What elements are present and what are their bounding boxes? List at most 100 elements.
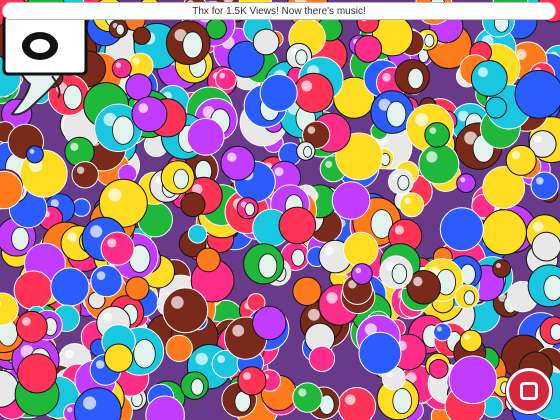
mini-ghost <box>173 168 190 190</box>
bubble-highlight <box>301 80 313 92</box>
bubble <box>13 270 54 311</box>
mini-ghost <box>133 339 156 369</box>
bubble <box>530 171 559 200</box>
mini-ghost <box>291 248 305 267</box>
bubble <box>428 359 449 379</box>
bubble-highlight <box>345 394 356 406</box>
bubble <box>125 73 153 101</box>
bubble <box>351 263 373 285</box>
bubble <box>72 198 91 217</box>
bubble-highlight <box>67 232 78 243</box>
mini-ghost <box>392 387 413 414</box>
bubble <box>104 343 134 373</box>
bubble <box>424 122 450 148</box>
bubble-highlight <box>536 177 544 185</box>
bubble-highlight <box>232 324 245 337</box>
bubble-highlight <box>132 57 140 65</box>
bubble <box>252 28 280 56</box>
bubble-highlight <box>70 142 79 151</box>
bubble <box>531 231 560 262</box>
bubble-highlight <box>274 167 284 177</box>
bubble <box>259 73 298 112</box>
bubble <box>399 192 425 218</box>
bubble <box>215 68 237 91</box>
mini-ghost <box>463 290 476 306</box>
mini-ghost <box>244 202 256 217</box>
mini-ghost <box>391 263 408 285</box>
bubble <box>71 161 99 189</box>
bubble <box>337 387 377 420</box>
bubble <box>293 72 334 114</box>
bubble <box>252 305 287 341</box>
bubble <box>481 209 527 256</box>
bubble <box>162 287 209 334</box>
bubble <box>439 207 484 252</box>
bubble-highlight <box>83 396 97 410</box>
bubble <box>448 355 498 405</box>
bubble-highlight <box>64 349 74 359</box>
bubble-highlight <box>22 317 31 326</box>
bubble-highlight <box>96 271 106 280</box>
bubble-highlight <box>404 197 411 204</box>
bubble <box>308 345 336 372</box>
bubble-highlight <box>76 166 85 174</box>
bubble-highlight <box>138 103 149 114</box>
bubble-highlight <box>382 73 391 82</box>
bubble <box>358 331 402 375</box>
mini-ghost <box>386 100 407 128</box>
bubble <box>433 322 452 342</box>
bubble <box>132 26 151 45</box>
mini-ghost <box>407 67 424 90</box>
bubble-highlight <box>326 292 338 304</box>
bubble-highlight <box>108 188 122 202</box>
mini-ghost <box>258 253 278 279</box>
bubble-highlight <box>478 67 488 78</box>
bubble <box>418 143 460 185</box>
bubble <box>459 329 483 353</box>
bubble <box>25 145 44 164</box>
bubble-highlight <box>429 127 437 134</box>
bubble <box>100 231 135 266</box>
bubble <box>278 206 317 245</box>
bubble <box>111 58 132 79</box>
bubble-highlight <box>219 72 226 79</box>
mini-ghost <box>190 378 204 396</box>
bubble-highlight <box>394 225 404 235</box>
bubble-highlight <box>436 326 442 332</box>
bubble-highlight <box>415 113 429 127</box>
bubble-highlight <box>115 62 122 68</box>
bubble <box>456 173 477 194</box>
bubble-highlight <box>324 246 335 256</box>
bubble-highlight <box>464 334 471 341</box>
bubble <box>195 247 221 273</box>
mini-ghost <box>11 226 30 251</box>
bubble-highlight <box>460 177 466 183</box>
stop-button[interactable] <box>506 368 552 414</box>
bubble-highlight <box>29 149 35 154</box>
bubble-highlight <box>533 221 544 232</box>
bubble <box>354 35 383 63</box>
mini-ghost <box>112 115 135 145</box>
bubble-highlight <box>67 407 73 413</box>
bubble <box>470 60 508 97</box>
bubble-highlight <box>325 160 333 168</box>
bubble <box>15 310 48 343</box>
bubble <box>186 117 225 156</box>
mini-ghost <box>549 323 560 341</box>
bubble-highlight <box>511 150 521 160</box>
bubble-highlight <box>355 267 362 274</box>
mini-ghost <box>397 175 410 191</box>
stop-icon <box>520 382 538 400</box>
bubble-highlight <box>90 225 103 238</box>
bubble-highlight <box>426 151 438 163</box>
bubble-highlight <box>171 296 184 309</box>
mini-ghost <box>182 31 203 59</box>
game-stage[interactable]: Thx for 1.5K Views! Now there's music! <box>0 0 560 420</box>
title-banner: Thx for 1.5K Views! Now there's music! <box>2 2 556 20</box>
bubble <box>125 276 150 301</box>
bubble <box>220 145 256 181</box>
bubble <box>292 382 323 413</box>
bubble-highlight <box>298 388 307 397</box>
bubble <box>514 69 560 119</box>
bubble <box>492 259 512 279</box>
